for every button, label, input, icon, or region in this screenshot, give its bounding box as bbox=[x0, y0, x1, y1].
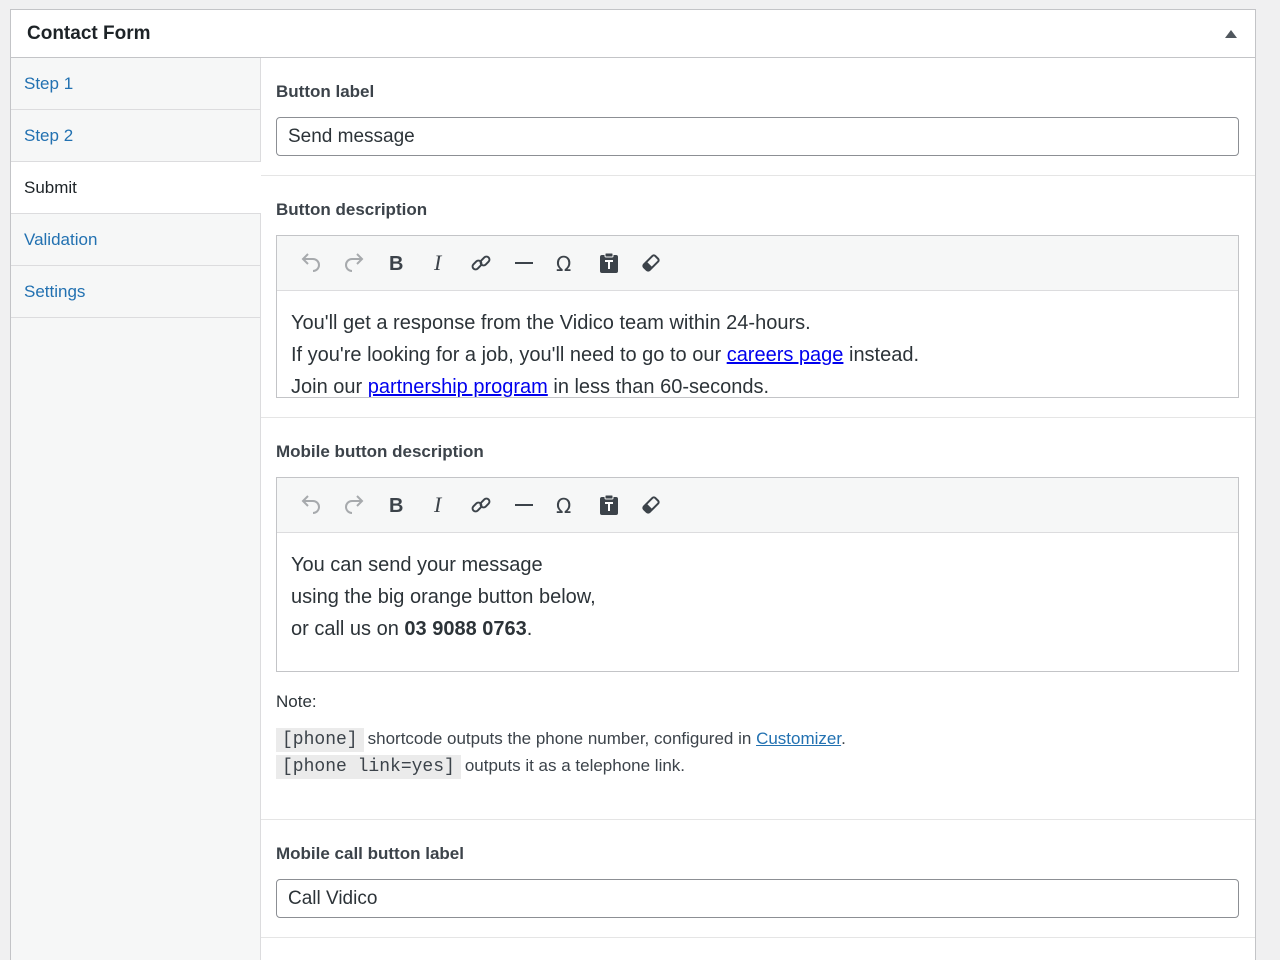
tab-label: Step 2 bbox=[24, 125, 74, 145]
button-description-editor: B I Ω You'll get a response from the Vid… bbox=[276, 235, 1239, 398]
clear-formatting-icon[interactable] bbox=[630, 485, 673, 525]
svg-text:Ω: Ω bbox=[556, 252, 571, 275]
phone-number: 03 9088 0763 bbox=[404, 618, 527, 640]
button-label-input[interactable]: Send message bbox=[276, 117, 1239, 156]
partnership-program-link[interactable]: partnership program bbox=[368, 376, 548, 397]
note-body: [phone] shortcode outputs the phone numbe… bbox=[276, 726, 1239, 780]
note-label: Note: bbox=[276, 692, 317, 711]
note-line-1: [phone] shortcode outputs the phone numbe… bbox=[276, 726, 1239, 753]
paste-as-text-icon[interactable] bbox=[588, 485, 631, 525]
bold-icon[interactable]: B bbox=[375, 243, 418, 283]
special-character-icon[interactable]: Ω bbox=[545, 243, 588, 283]
undo-icon[interactable] bbox=[290, 485, 333, 525]
clear-formatting-icon[interactable] bbox=[630, 243, 673, 283]
tab-label: Validation bbox=[24, 229, 98, 249]
button-label-value: Send message bbox=[288, 125, 415, 147]
tab-step-1[interactable]: Step 1 bbox=[11, 58, 260, 110]
mobile-button-description-editor: B I Ω You can send your message using th… bbox=[276, 477, 1239, 672]
description-line-2: If you're looking for a job, you'll need… bbox=[291, 344, 920, 366]
horizontal-line-icon[interactable] bbox=[503, 485, 546, 525]
tab-label: Submit bbox=[24, 177, 77, 197]
svg-text:Ω: Ω bbox=[556, 494, 571, 517]
svg-text:B: B bbox=[389, 253, 403, 275]
panel-header: Contact Form bbox=[11, 10, 1255, 58]
mobile-description-line-2: using the big orange button below, bbox=[291, 586, 596, 608]
editor-toolbar: B I Ω bbox=[277, 478, 1238, 533]
description-line-1: You'll get a response from the Vidico te… bbox=[291, 312, 811, 334]
link-icon[interactable] bbox=[460, 485, 503, 525]
description-line-3: Join our partnership program in less tha… bbox=[291, 376, 770, 397]
tab-settings[interactable]: Settings bbox=[11, 266, 260, 318]
mobile-button-description-heading: Mobile button description bbox=[276, 442, 484, 461]
redo-icon[interactable] bbox=[333, 485, 376, 525]
special-character-icon[interactable]: Ω bbox=[545, 485, 588, 525]
svg-text:I: I bbox=[433, 251, 443, 275]
paste-as-text-icon[interactable] bbox=[588, 243, 631, 283]
collapse-toggle-icon[interactable] bbox=[1225, 29, 1237, 38]
phone-link-shortcode: [phone link=yes] bbox=[276, 755, 461, 779]
button-description-section: Button description B I Ω You'll get a re… bbox=[261, 176, 1255, 418]
horizontal-line-icon[interactable] bbox=[503, 243, 546, 283]
svg-text:I: I bbox=[433, 493, 443, 517]
bold-icon[interactable]: B bbox=[375, 485, 418, 525]
panel-title: Contact Form bbox=[27, 22, 151, 44]
italic-icon[interactable]: I bbox=[418, 485, 461, 525]
svg-text:B: B bbox=[389, 495, 403, 517]
button-description-heading: Button description bbox=[276, 200, 428, 219]
tab-label: Step 1 bbox=[24, 73, 74, 93]
contact-form-panel: Contact Form Step 1 Step 2 Submit Valida… bbox=[10, 9, 1256, 960]
undo-icon[interactable] bbox=[290, 243, 333, 283]
button-label-section: Button label Send message bbox=[261, 58, 1255, 176]
note-line-2: [phone link=yes] outputs it as a telephon… bbox=[276, 753, 1239, 780]
sidebar: Step 1 Step 2 Submit Validation Settings bbox=[11, 58, 261, 960]
mobile-call-button-label-heading: Mobile call button label bbox=[276, 844, 464, 863]
button-label-heading: Button label bbox=[276, 82, 375, 101]
tab-submit[interactable]: Submit bbox=[11, 162, 261, 214]
mobile-description-line-1: You can send your message bbox=[291, 554, 543, 576]
tab-step-2[interactable]: Step 2 bbox=[11, 110, 260, 162]
customizer-link[interactable]: Customizer bbox=[756, 729, 841, 748]
editor-toolbar: B I Ω bbox=[277, 236, 1238, 291]
tab-label: Settings bbox=[24, 281, 86, 301]
button-description-content[interactable]: You'll get a response from the Vidico te… bbox=[277, 291, 1238, 397]
main-content: Button label Send message Button descrip… bbox=[261, 58, 1255, 960]
tab-validation[interactable]: Validation bbox=[11, 214, 260, 266]
mobile-call-button-label-section: Mobile call button label Call Vidico bbox=[261, 820, 1255, 938]
phone-shortcode: [phone] bbox=[276, 728, 364, 752]
link-icon[interactable] bbox=[460, 243, 503, 283]
redo-icon[interactable] bbox=[333, 243, 376, 283]
mobile-call-button-label-input[interactable]: Call Vidico bbox=[276, 879, 1239, 918]
italic-icon[interactable]: I bbox=[418, 243, 461, 283]
mobile-call-button-label-value: Call Vidico bbox=[288, 887, 378, 909]
mobile-button-description-section: Mobile button description B I Ω You can … bbox=[261, 418, 1255, 820]
mobile-description-line-3: or call us on 03 9088 0763. bbox=[291, 618, 533, 640]
mobile-button-description-content[interactable]: You can send your message using the big … bbox=[277, 533, 1238, 671]
careers-page-link[interactable]: careers page bbox=[727, 344, 844, 366]
